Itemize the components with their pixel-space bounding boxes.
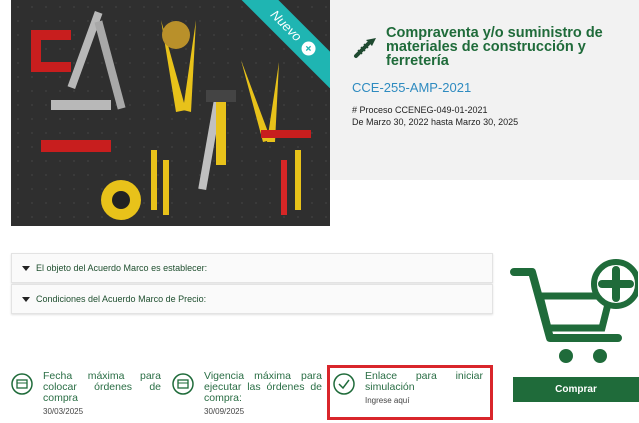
info-value: 30/03/2025: [43, 407, 84, 416]
info-block-execution-validity: Vigencia máxima para ejecutar las órdene…: [172, 371, 324, 416]
calendar-icon: [172, 373, 194, 395]
accordion-agreement-object[interactable]: El objeto del Acuerdo Marco es establece…: [11, 253, 493, 283]
info-block-order-deadline: Fecha máxima para colocar órdenes de com…: [11, 371, 161, 416]
highlight-box: [327, 365, 493, 420]
info-text: Fecha máxima para colocar órdenes de com…: [43, 370, 161, 404]
accordion-agreement-conditions[interactable]: Condiciones del Acuerdo Marco de Precio:: [11, 284, 493, 314]
accordion-label: Condiciones del Acuerdo Marco de Precio:: [36, 294, 207, 304]
info-value: 30/09/2025: [204, 407, 245, 416]
agreement-title: Compraventa y/o suministro de materiales…: [386, 25, 603, 69]
agreement-info-panel: Compraventa y/o suministro de materiales…: [330, 0, 639, 180]
add-to-cart-icon[interactable]: [510, 250, 638, 370]
hero-section: Nuevo+ Compraventa y/o suministro de mat…: [0, 0, 639, 226]
validity-range: De Marzo 30, 2022 hasta Marzo 30, 2025: [352, 117, 519, 127]
accordion-label: El objeto del Acuerdo Marco es establece…: [36, 263, 208, 273]
screw-icon: [354, 38, 376, 58]
agreement-code: CCE-255-AMP-2021: [352, 80, 472, 95]
buy-button[interactable]: Comprar: [513, 377, 639, 402]
tools-image: Nuevo+: [11, 0, 330, 226]
info-text: Vigencia máxima para ejecutar las órdene…: [204, 370, 322, 404]
process-number: # Proceso CCENEG-049-01-2021: [352, 105, 488, 115]
caret-down-icon: [22, 265, 30, 271]
calendar-icon: [11, 373, 33, 395]
caret-down-icon: [22, 296, 30, 302]
